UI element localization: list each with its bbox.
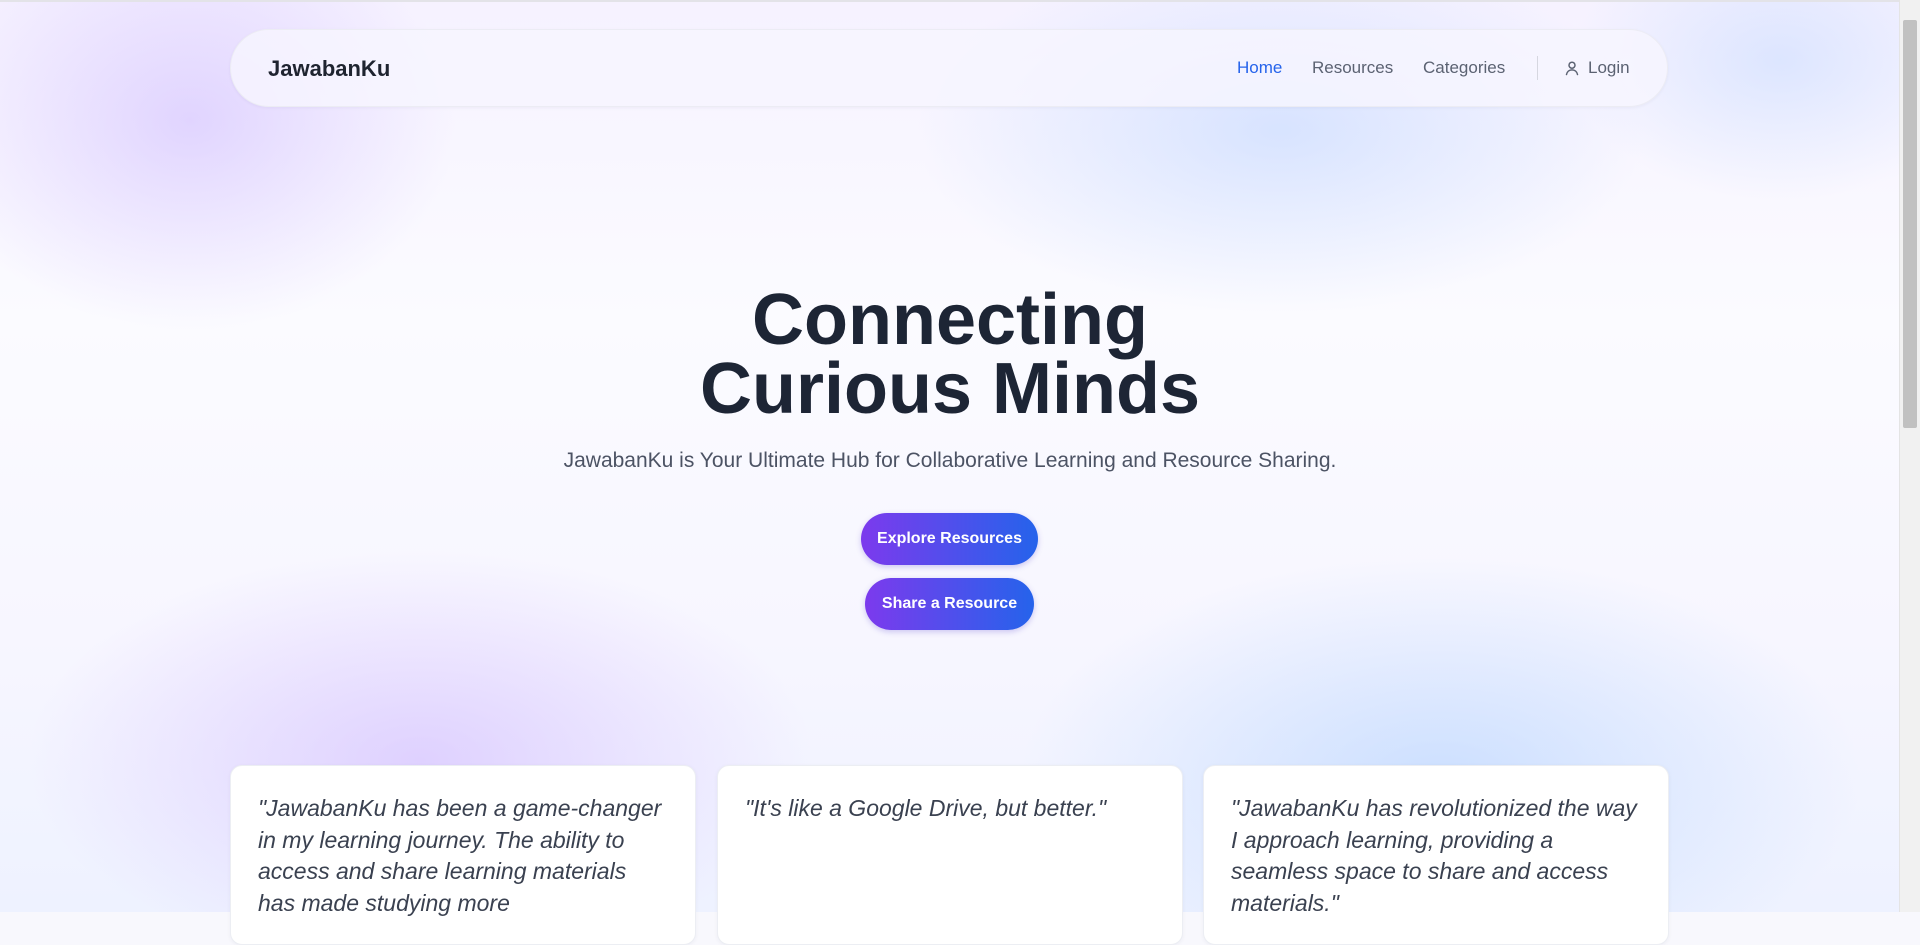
nav-link-resources[interactable]: Resources [1312,58,1393,78]
login-label: Login [1588,58,1630,77]
hero-title-line-2: Curious Minds [700,349,1200,429]
testimonial-card: "JawabanKu has revolutionized the way I … [1203,765,1669,945]
brand-logo[interactable]: JawabanKu [268,56,390,82]
top-border [0,0,1900,2]
share-resource-button[interactable]: Share a Resource [865,578,1034,630]
login-link[interactable]: Login [1564,58,1630,78]
hero-title: Connecting Curious Minds [0,284,1900,425]
testimonial-quote: "JawabanKu has revolutionized the way I … [1231,795,1637,916]
testimonial-quote: "JawabanKu has been a game-changer in my… [258,795,662,916]
nav-link-categories[interactable]: Categories [1423,58,1505,78]
hero-title-line-1: Connecting [752,280,1148,360]
testimonial-card: "JawabanKu has been a game-changer in my… [230,765,696,945]
scrollbar[interactable] [1899,0,1920,912]
testimonial-quote: "It's like a Google Drive, but better." [745,795,1107,821]
scrollbar-thumb[interactable] [1903,20,1917,428]
nav-divider [1537,56,1538,80]
hero-subtitle: JawabanKu is Your Ultimate Hub for Colla… [563,449,1337,472]
nav-link-home[interactable]: Home [1237,58,1282,78]
navbar: JawabanKu Home Resources Categories Logi… [230,29,1668,107]
testimonial-card: "It's like a Google Drive, but better." [717,765,1183,945]
user-icon [1564,60,1580,76]
explore-resources-button[interactable]: Explore Resources [861,513,1038,565]
